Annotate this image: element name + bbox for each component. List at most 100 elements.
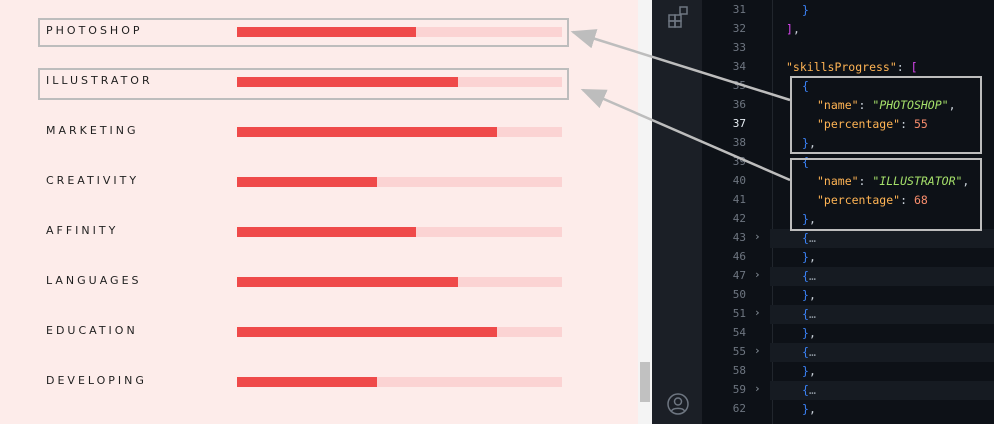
skill-progress-fill	[237, 377, 377, 387]
code-token: {	[802, 269, 809, 283]
code-token: ,	[808, 402, 816, 416]
skill-progress-track	[237, 377, 562, 387]
line-number: 33	[732, 41, 746, 54]
line-number: 59	[732, 383, 746, 396]
skill-row: DEVELOPING	[0, 368, 620, 398]
code-token: …	[808, 231, 816, 245]
line-number: 35	[732, 79, 746, 92]
line-number: 36	[732, 98, 746, 111]
code-line-47[interactable]: {…	[802, 269, 816, 283]
code-line-50: },	[802, 288, 816, 302]
line-number: 51	[732, 307, 746, 320]
skill-name: AFFINITY	[46, 224, 119, 237]
code-token: :	[896, 60, 911, 74]
skill-progress-fill	[237, 177, 377, 187]
skill-progress-track	[237, 277, 562, 287]
code-line-32: ],	[786, 22, 800, 36]
chevron-right-icon[interactable]: ›	[754, 230, 761, 243]
account-icon[interactable]	[666, 392, 690, 416]
code-token: {	[802, 307, 809, 321]
skill-progress-fill	[237, 327, 497, 337]
highlight-box-illustrator	[38, 68, 569, 100]
skill-name: EDUCATION	[46, 324, 138, 337]
skill-name: LANGUAGES	[46, 274, 142, 287]
scrollbar-thumb[interactable]	[640, 362, 650, 402]
code-line-34: "skillsProgress": [	[786, 60, 918, 74]
code-token: ]	[786, 22, 793, 36]
code-token: ,	[808, 326, 816, 340]
code-token: ,	[808, 364, 816, 378]
line-number: 40	[732, 174, 746, 187]
line-number: 58	[732, 364, 746, 377]
highlight-box-photoshop	[38, 18, 569, 47]
code-line-46: },	[802, 250, 816, 264]
code-line-31: }	[802, 3, 809, 17]
preview-scrollbar[interactable]	[638, 0, 652, 424]
code-token: }	[802, 3, 809, 17]
highlight-box-illustrator-json	[790, 158, 982, 231]
code-token: …	[808, 383, 816, 397]
code-token: …	[808, 345, 816, 359]
code-line-55[interactable]: {…	[802, 345, 816, 359]
code-token: [	[910, 60, 918, 74]
line-number: 55	[732, 345, 746, 358]
skill-name: MARKETING	[46, 124, 139, 137]
activity-bar	[652, 0, 702, 424]
skill-row: LANGUAGES	[0, 268, 620, 298]
skill-progress-track	[237, 327, 562, 337]
line-number: 32	[732, 22, 746, 35]
line-number: 38	[732, 136, 746, 149]
code-token: {	[802, 231, 809, 245]
chevron-right-icon[interactable]: ›	[754, 382, 761, 395]
skill-name: CREATIVITY	[46, 174, 140, 187]
code-line-58: },	[802, 364, 816, 378]
code-token: }	[802, 402, 809, 416]
skill-row: EDUCATION	[0, 318, 620, 348]
skill-progress-fill	[237, 277, 458, 287]
line-number: 41	[732, 193, 746, 206]
highlight-box-photoshop-json	[790, 76, 982, 154]
code-token: {	[802, 383, 809, 397]
code-editor[interactable]: 31 32 33 34 35 36 37 38 39 40 41 42 43 46 47 50 51 54 55 58…	[702, 0, 994, 424]
code-token: ,	[792, 22, 800, 36]
skill-progress-fill	[237, 127, 497, 137]
line-number: 46	[732, 250, 746, 263]
skill-progress-track	[237, 127, 562, 137]
line-number: 37	[732, 117, 746, 130]
code-token: …	[808, 307, 816, 321]
skill-row: CREATIVITY	[0, 168, 620, 198]
line-number: 39	[732, 155, 746, 168]
line-number: 50	[732, 288, 746, 301]
code-token: ,	[808, 288, 816, 302]
code-line-54: },	[802, 326, 816, 340]
line-number: 47	[732, 269, 746, 282]
code-token: }	[802, 364, 809, 378]
skill-progress-track	[237, 227, 562, 237]
chevron-right-icon[interactable]: ›	[754, 344, 761, 357]
code-token: {	[802, 345, 809, 359]
code-line-59[interactable]: {…	[802, 383, 816, 397]
code-token: }	[802, 288, 809, 302]
extensions-icon[interactable]	[666, 5, 690, 29]
skill-row: MARKETING	[0, 118, 620, 148]
chevron-right-icon[interactable]: ›	[754, 306, 761, 319]
code-line-43[interactable]: {…	[802, 231, 816, 245]
skill-row: AFFINITY	[0, 218, 620, 248]
code-line-62: },	[802, 402, 816, 416]
line-number: 54	[732, 326, 746, 339]
code-line-51[interactable]: {…	[802, 307, 816, 321]
line-number: 31	[732, 3, 746, 16]
code-token: ,	[808, 250, 816, 264]
skill-progress-track	[237, 177, 562, 187]
skills-preview: PHOTOSHOP ILLUSTRATOR MARKETING CREATIVITY A…	[0, 0, 638, 424]
line-number: 62	[732, 402, 746, 415]
line-number: 34	[732, 60, 746, 73]
line-number: 42	[732, 212, 746, 225]
line-number: 43	[732, 231, 746, 244]
code-token: "skillsProgress"	[786, 60, 897, 74]
code-token: }	[802, 250, 809, 264]
code-token: }	[802, 326, 809, 340]
code-token: …	[808, 269, 816, 283]
skill-progress-fill	[237, 227, 416, 237]
chevron-right-icon[interactable]: ›	[754, 268, 761, 281]
